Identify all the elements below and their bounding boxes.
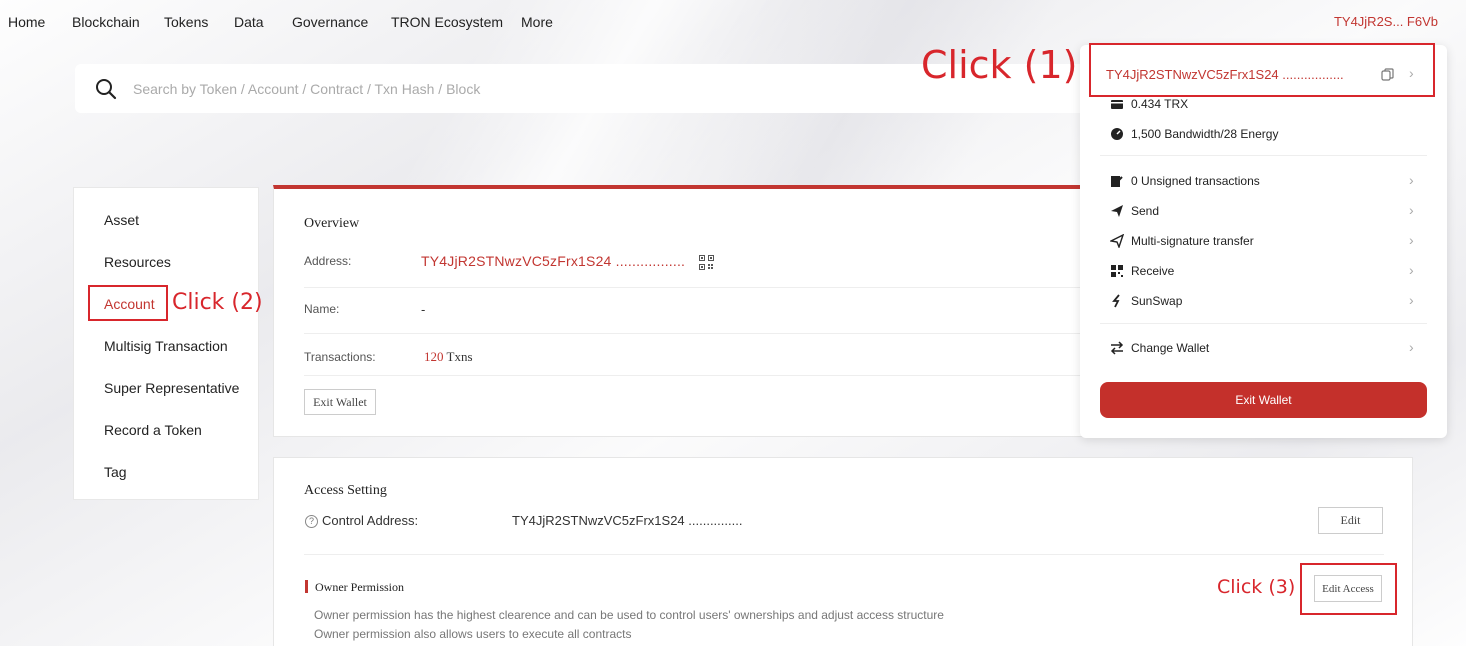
address-value[interactable]: TY4JjR2STNwzVC5zFrx1S24 ................…: [421, 253, 685, 269]
dropdown-exit-wallet-button[interactable]: Exit Wallet: [1100, 382, 1427, 418]
wallet-address[interactable]: TY4JjR2STNwzVC5zFrx1S24 ................…: [1106, 67, 1344, 82]
transactions-count[interactable]: 120: [424, 349, 444, 364]
swap-arrows-icon: [1110, 341, 1124, 355]
help-icon[interactable]: ?: [305, 515, 318, 528]
receive-qr-icon: [1111, 265, 1123, 277]
nav-tokens[interactable]: Tokens: [164, 14, 208, 30]
wallet-balance-icon: [1111, 100, 1123, 109]
nav-governance[interactable]: Governance: [292, 14, 368, 30]
edit-control-address-button[interactable]: Edit: [1318, 507, 1383, 534]
wallet-dropdown: TY4JjR2STNwzVC5zFrx1S24 ................…: [1080, 43, 1447, 438]
divider: [304, 287, 1104, 288]
trx-balance: 0.434 TRX: [1131, 97, 1189, 111]
nav-more[interactable]: More: [521, 14, 553, 30]
annotation-click-2: Click (2): [172, 290, 263, 315]
sidebar-item-asset[interactable]: Asset: [104, 212, 139, 228]
sidebar-item-multisig-transaction[interactable]: Multisig Transaction: [104, 338, 228, 354]
chevron-right-icon[interactable]: ›: [1409, 339, 1414, 355]
exit-wallet-button[interactable]: Exit Wallet: [304, 389, 376, 415]
qr-code-icon[interactable]: [699, 255, 714, 270]
divider: [1100, 323, 1427, 324]
gauge-icon: [1111, 128, 1123, 140]
name-label: Name:: [304, 302, 340, 316]
top-navigation: Home Blockchain Tokens Data Governance T…: [0, 0, 1466, 44]
nav-data[interactable]: Data: [234, 14, 264, 30]
sidebar-item-record-token[interactable]: Record a Token: [104, 422, 202, 438]
sidebar-item-super-representative[interactable]: Super Representative: [104, 380, 239, 396]
divider: [304, 333, 1104, 334]
menu-sunswap[interactable]: SunSwap: [1131, 294, 1182, 308]
copy-icon[interactable]: [1381, 68, 1394, 81]
sidebar-item-tag[interactable]: Tag: [104, 464, 127, 480]
overview-card: Overview Address: TY4JjR2STNwzVC5zFrx1S2…: [273, 185, 1104, 437]
annotation-box-account: [88, 285, 168, 321]
chevron-right-icon[interactable]: ›: [1409, 65, 1414, 81]
signature-icon: [1111, 176, 1123, 187]
menu-receive[interactable]: Receive: [1131, 264, 1174, 278]
chevron-right-icon[interactable]: ›: [1409, 232, 1414, 248]
nav-blockchain[interactable]: Blockchain: [72, 14, 140, 30]
owner-permission-desc-2: Owner permission also allows users to ex…: [314, 627, 632, 641]
control-address-value: TY4JjR2STNwzVC5zFrx1S24 ...............: [512, 513, 743, 528]
overview-title: Overview: [304, 216, 360, 231]
sunswap-icon: [1112, 294, 1120, 308]
name-value: -: [421, 302, 426, 317]
divider: [304, 554, 1384, 555]
chevron-right-icon[interactable]: ›: [1409, 292, 1414, 308]
wallet-address-short[interactable]: TY4JjR2S... F6Vb: [1334, 14, 1438, 29]
menu-multi-signature-transfer[interactable]: Multi-signature transfer: [1131, 234, 1254, 248]
nav-home[interactable]: Home: [8, 14, 45, 30]
chevron-right-icon[interactable]: ›: [1409, 262, 1414, 278]
menu-change-wallet[interactable]: Change Wallet: [1131, 341, 1209, 355]
annotation-click-3: Click (3): [1217, 576, 1296, 598]
transactions-label: Transactions:: [304, 350, 376, 364]
chevron-right-icon[interactable]: ›: [1409, 172, 1414, 188]
bandwidth-energy: 1,500 Bandwidth/28 Energy: [1131, 127, 1279, 141]
access-setting-card: Access Setting ? Control Address: TY4JjR…: [273, 457, 1413, 646]
owner-permission-title: Owner Permission: [315, 580, 404, 594]
send-icon: [1111, 205, 1123, 217]
divider: [1100, 155, 1427, 156]
annotation-click-1: Click (1): [921, 43, 1078, 87]
nav-tron-ecosystem[interactable]: TRON Ecosystem: [391, 14, 503, 30]
address-label: Address:: [304, 254, 352, 268]
account-sidebar: Asset Resources Account Multisig Transac…: [73, 187, 259, 500]
control-address-label: Control Address:: [322, 513, 419, 528]
search-icon[interactable]: [95, 78, 117, 100]
divider: [304, 375, 1104, 376]
menu-send[interactable]: Send: [1131, 204, 1159, 218]
owner-permission-desc-1: Owner permission has the highest clearen…: [314, 608, 944, 622]
annotation-box-edit-access: [1300, 563, 1397, 615]
menu-unsigned-transactions[interactable]: 0 Unsigned transactions: [1131, 174, 1260, 188]
multisig-send-icon: [1110, 234, 1124, 248]
sidebar-item-resources[interactable]: Resources: [104, 254, 171, 270]
access-setting-title: Access Setting: [304, 483, 387, 498]
owner-permission-marker: [305, 580, 308, 593]
search-input[interactable]: [133, 76, 1033, 102]
transactions-value: 120 Txns: [424, 349, 473, 365]
chevron-right-icon[interactable]: ›: [1409, 202, 1414, 218]
transactions-unit: Txns: [446, 349, 473, 364]
